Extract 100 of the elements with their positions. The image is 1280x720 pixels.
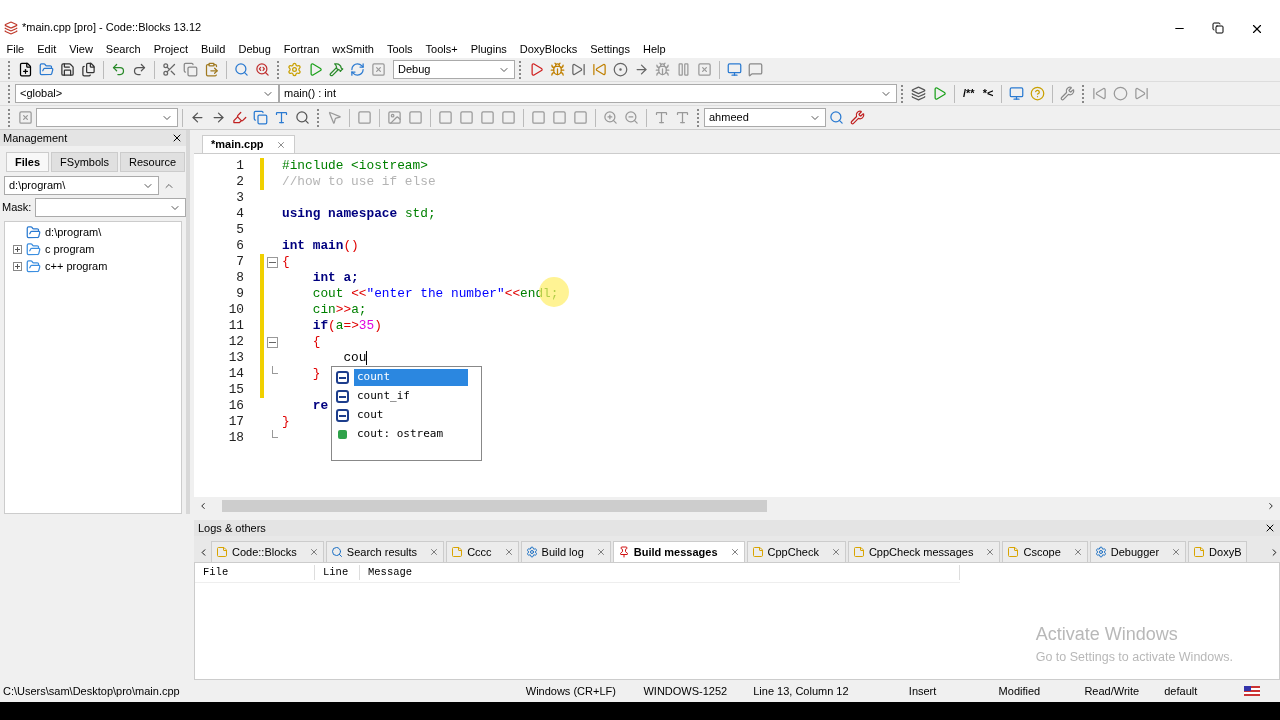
expand-icon[interactable] <box>13 262 22 271</box>
doc-comment-button[interactable]: /** <box>959 85 979 102</box>
log-tab[interactable]: Code::Blocks <box>211 541 324 562</box>
log-tab[interactable]: Search results <box>325 541 445 562</box>
cut-icon[interactable] <box>162 62 177 77</box>
scope-dropdown[interactable]: <global> <box>15 84 279 103</box>
menu-item[interactable]: Debug <box>234 40 275 58</box>
layout-icon[interactable] <box>552 110 567 125</box>
menu-item[interactable]: Project <box>150 40 192 58</box>
panel-icon[interactable] <box>480 110 495 125</box>
forward-icon[interactable] <box>211 110 226 125</box>
settings-icon[interactable] <box>850 110 865 125</box>
rectangle-icon[interactable] <box>357 110 372 125</box>
panel-tab[interactable]: Files <box>6 152 50 172</box>
scroll-left-icon[interactable] <box>198 500 208 511</box>
panel-tab[interactable]: Resource <box>120 152 186 172</box>
step-out-icon[interactable] <box>613 62 628 77</box>
dot-icon[interactable] <box>1113 86 1129 101</box>
build-target-dropdown[interactable]: Debug <box>393 60 515 79</box>
menu-item[interactable]: DoxyBlocks <box>516 40 581 58</box>
redo-icon[interactable] <box>132 62 147 77</box>
menu-item[interactable]: Edit <box>33 40 60 58</box>
search-icon[interactable] <box>829 110 844 125</box>
abort-icon[interactable] <box>371 62 386 77</box>
close-icon[interactable] <box>1250 22 1264 36</box>
menu-item[interactable]: Search <box>102 40 145 58</box>
undo-icon[interactable] <box>111 62 126 77</box>
step-back-icon[interactable] <box>592 62 607 77</box>
save-icon[interactable] <box>60 62 75 77</box>
menu-item[interactable]: View <box>65 40 97 58</box>
debug-step-icon[interactable] <box>550 62 565 77</box>
copy-icon[interactable] <box>253 110 268 125</box>
window-icon[interactable] <box>1009 86 1025 101</box>
image-icon[interactable] <box>387 110 402 125</box>
open-folder-icon[interactable] <box>39 62 54 77</box>
frame-icon[interactable] <box>408 110 423 125</box>
scroll-right-icon[interactable] <box>1266 500 1276 511</box>
save-all-icon[interactable] <box>81 62 96 77</box>
zoom-out-icon[interactable] <box>624 110 639 125</box>
run-icon[interactable] <box>308 62 323 77</box>
completion-item[interactable]: count_if <box>354 388 413 405</box>
previous-icon[interactable] <box>1092 86 1108 101</box>
menu-item[interactable]: Fortran <box>280 40 323 58</box>
column-header[interactable]: Message <box>360 564 960 581</box>
build-run-icon[interactable] <box>329 62 344 77</box>
tree-item[interactable]: c program <box>45 241 95 258</box>
panel-icon[interactable] <box>459 110 474 125</box>
debug-icon[interactable] <box>529 62 544 77</box>
run-icon[interactable] <box>932 86 947 101</box>
completion-item[interactable]: count <box>354 369 468 386</box>
menu-item[interactable]: Settings <box>586 40 634 58</box>
expand-icon[interactable] <box>13 245 22 254</box>
tree-item[interactable]: d:\program\ <box>45 224 102 241</box>
paste-icon[interactable] <box>204 62 219 77</box>
rebuild-icon[interactable] <box>350 62 365 77</box>
restore-icon[interactable] <box>1212 22 1224 34</box>
gear-icon[interactable] <box>287 62 302 77</box>
scrollbar-thumb[interactable] <box>222 499 767 512</box>
mask-field[interactable] <box>35 198 186 217</box>
next-icon[interactable] <box>634 62 649 77</box>
function-dropdown[interactable]: main() : int <box>279 84 897 103</box>
path-dropdown[interactable]: d:\program\ <box>4 176 159 195</box>
fold-icon[interactable] <box>266 256 278 268</box>
pointer-icon[interactable] <box>327 110 342 125</box>
menu-item[interactable]: Tools <box>383 40 417 58</box>
close-icon[interactable] <box>171 132 183 144</box>
log-tab[interactable]: CppCheck <box>746 541 846 562</box>
column-header[interactable]: Line <box>315 564 360 581</box>
regex-icon[interactable] <box>295 110 310 125</box>
zoom-in-icon[interactable] <box>603 110 618 125</box>
completion-item[interactable]: cout: ostream <box>354 426 447 443</box>
panel-icon[interactable] <box>501 110 516 125</box>
menu-item[interactable]: File <box>3 40 28 58</box>
wrench-icon[interactable] <box>1060 86 1076 101</box>
file-tab[interactable]: *main.cpp <box>202 135 295 153</box>
log-tab[interactable]: CppCheck messages <box>847 541 1001 562</box>
highlight-icon[interactable] <box>232 110 247 125</box>
stack-icon[interactable] <box>911 86 926 101</box>
tree-item[interactable]: c++ program <box>45 258 108 275</box>
log-tab[interactable]: Debugger <box>1089 541 1187 562</box>
search-icon[interactable] <box>234 62 249 77</box>
menu-item[interactable]: wxSmith <box>328 40 378 58</box>
search-field[interactable]: ahmeed <box>704 108 826 127</box>
fold-icon[interactable] <box>266 336 278 348</box>
back-icon[interactable] <box>190 110 205 125</box>
log-tab[interactable]: Build messages <box>612 541 745 562</box>
clear-icon[interactable] <box>18 110 33 125</box>
completion-item[interactable]: cout <box>354 407 387 424</box>
menu-item[interactable]: Plugins <box>467 40 511 58</box>
panel-tab[interactable]: FSymbols <box>51 152 118 172</box>
menu-item[interactable]: Tools+ <box>422 40 462 58</box>
log-tab[interactable]: Cscope <box>1002 541 1088 562</box>
layout-icon[interactable] <box>531 110 546 125</box>
new-file-icon[interactable] <box>18 62 33 77</box>
step-icon[interactable] <box>571 62 586 77</box>
window-icon[interactable] <box>727 62 742 77</box>
search-dropdown[interactable] <box>36 108 178 127</box>
stop-icon[interactable] <box>697 62 712 77</box>
pause-icon[interactable] <box>676 62 691 77</box>
log-tab[interactable]: Cccc <box>446 541 519 562</box>
